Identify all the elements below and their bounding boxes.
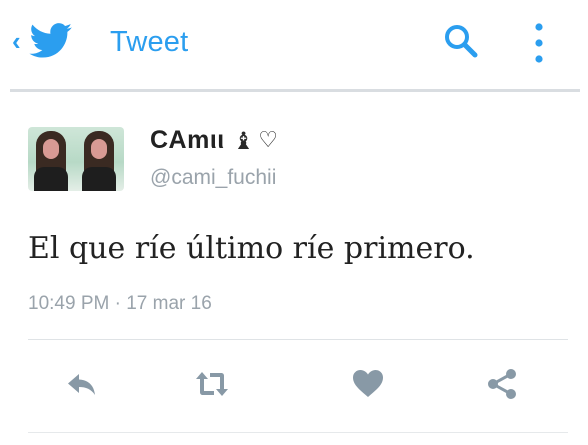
tweet-text: El que ríe último ríe primero. bbox=[28, 231, 475, 266]
back-button[interactable]: ‹ bbox=[12, 22, 108, 60]
avatar-photo-right bbox=[76, 127, 124, 191]
share-icon bbox=[488, 369, 516, 399]
tweet-timestamp: 10:49 PM · 17 mar 16 bbox=[28, 293, 212, 314]
avatar[interactable] bbox=[28, 127, 124, 191]
search-icon[interactable] bbox=[442, 22, 480, 60]
reply-button[interactable] bbox=[58, 360, 106, 408]
retweet-button[interactable] bbox=[188, 360, 236, 408]
header-divider bbox=[10, 89, 580, 92]
heart-outline-icon: ♡ bbox=[258, 128, 278, 153]
like-icon bbox=[353, 370, 383, 397]
app-header: ‹ Tweet bbox=[0, 0, 588, 88]
bottom-divider bbox=[28, 432, 568, 433]
more-vertical-icon[interactable] bbox=[530, 20, 548, 66]
share-button[interactable] bbox=[478, 360, 526, 408]
page-title: Tweet bbox=[110, 26, 189, 58]
display-name-text: CAmιι bbox=[150, 126, 225, 154]
chess-bishop-icon: ♝ bbox=[232, 126, 255, 155]
reply-icon bbox=[68, 374, 95, 395]
display-name[interactable]: CAmιι ♝ ♡ bbox=[150, 126, 278, 155]
like-button[interactable] bbox=[344, 360, 392, 408]
twitter-bird-icon bbox=[29, 22, 73, 64]
user-handle[interactable]: @cami_fuchii bbox=[150, 166, 276, 190]
actions-divider bbox=[28, 339, 568, 340]
avatar-photo-left bbox=[28, 127, 76, 191]
retweet-icon bbox=[196, 372, 228, 396]
tweet-actions bbox=[0, 360, 588, 408]
chevron-left-icon: ‹ bbox=[12, 26, 21, 56]
